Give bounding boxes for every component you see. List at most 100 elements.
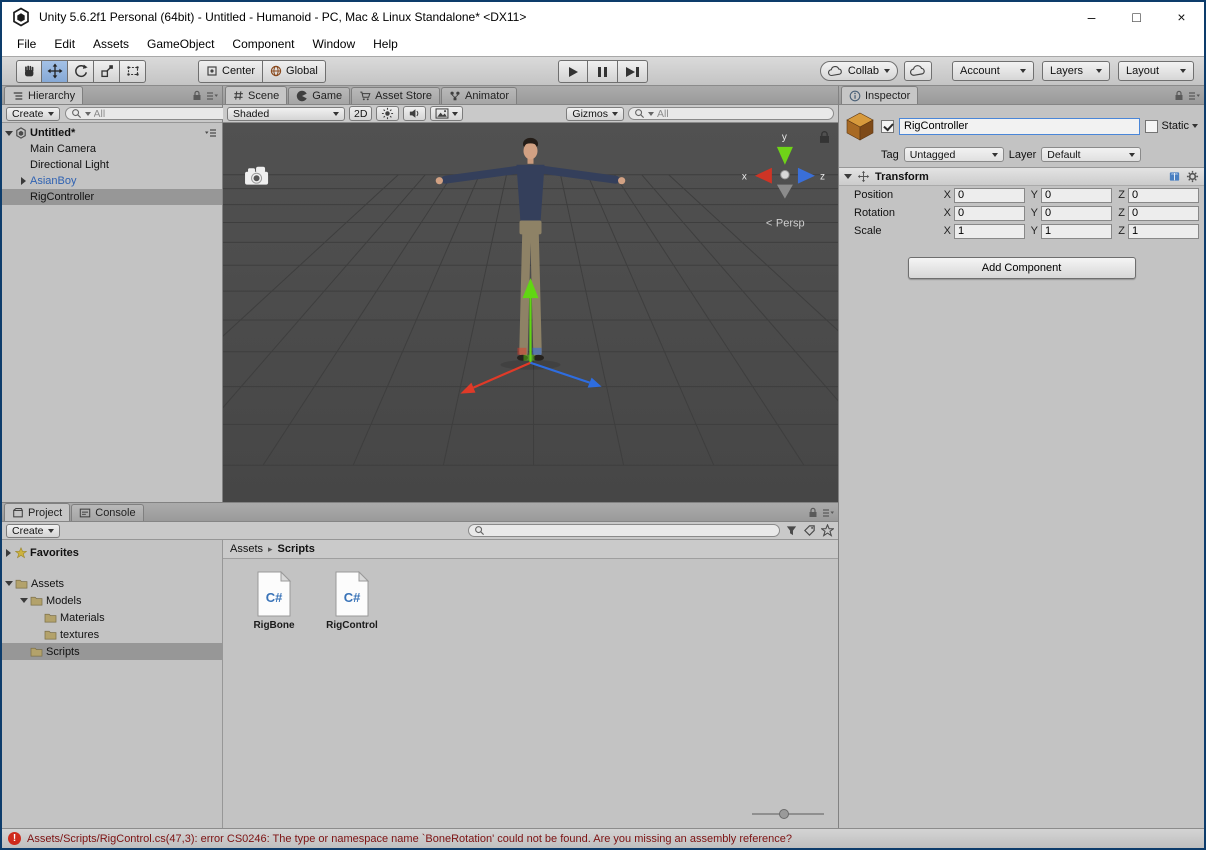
tab-project[interactable]: Project bbox=[4, 503, 71, 521]
hierarchy-item-directional-light[interactable]: Directional Light bbox=[2, 157, 222, 173]
scene-viewport[interactable]: y x z < Persp bbox=[223, 123, 838, 502]
lighting-toggle-button[interactable] bbox=[376, 106, 400, 121]
lock-icon[interactable] bbox=[1174, 90, 1184, 101]
position-y-field[interactable] bbox=[1041, 187, 1112, 203]
project-search[interactable] bbox=[468, 524, 780, 537]
scale-z-field[interactable] bbox=[1128, 223, 1199, 239]
menu-file[interactable]: File bbox=[8, 37, 45, 51]
thumbnail-zoom-slider[interactable] bbox=[752, 808, 824, 820]
rotation-x-field[interactable] bbox=[954, 205, 1025, 221]
move-gizmo-yz-plane[interactable] bbox=[517, 347, 527, 355]
scene-root-row[interactable]: Untitled* bbox=[2, 125, 222, 141]
rect-tool-button[interactable] bbox=[120, 59, 146, 83]
tab-console[interactable]: Console bbox=[71, 504, 144, 521]
gizmos-dropdown[interactable]: Gizmos bbox=[566, 106, 624, 121]
menu-help[interactable]: Help bbox=[364, 37, 407, 51]
pause-button[interactable] bbox=[588, 60, 618, 83]
scale-y-field[interactable] bbox=[1041, 223, 1112, 239]
hierarchy-create-button[interactable]: Create bbox=[6, 106, 60, 121]
hierarchy-item-asianboy[interactable]: AsianBoy bbox=[2, 173, 222, 189]
tree-item-scripts[interactable]: Scripts bbox=[2, 643, 222, 660]
tag-dropdown[interactable]: Untagged bbox=[903, 147, 1004, 162]
scene-search-input[interactable] bbox=[657, 107, 828, 120]
position-x-field[interactable] bbox=[954, 187, 1025, 203]
tab-scene[interactable]: Scene bbox=[225, 86, 288, 104]
breadcrumb-current[interactable]: Scripts bbox=[278, 543, 315, 555]
menu-gameobject[interactable]: GameObject bbox=[138, 37, 223, 51]
add-component-button[interactable]: Add Component bbox=[907, 257, 1136, 279]
layout-dropdown[interactable]: Layout bbox=[1118, 61, 1194, 81]
foldout-open-icon[interactable] bbox=[4, 581, 13, 586]
menu-window[interactable]: Window bbox=[303, 37, 364, 51]
tab-asset-store[interactable]: Asset Store bbox=[351, 87, 441, 104]
position-z-field[interactable] bbox=[1128, 187, 1199, 203]
gear-icon[interactable] bbox=[1186, 170, 1199, 183]
search-by-type-icon[interactable] bbox=[785, 524, 798, 537]
step-button[interactable] bbox=[618, 60, 648, 83]
transform-component-header[interactable]: Transform bbox=[839, 167, 1204, 186]
static-toggle[interactable]: Static bbox=[1145, 119, 1198, 133]
lock-icon[interactable] bbox=[192, 90, 202, 101]
maximize-button[interactable]: □ bbox=[1114, 2, 1159, 32]
move-gizmo-xz-plane[interactable] bbox=[523, 354, 535, 361]
file-rigcontrol[interactable]: C# RigControl bbox=[323, 571, 381, 631]
slider-thumb[interactable] bbox=[779, 809, 789, 819]
file-rigbone[interactable]: C# RigBone bbox=[245, 571, 303, 631]
panel-menu-icon[interactable] bbox=[822, 508, 834, 518]
tree-item-materials[interactable]: Materials bbox=[2, 609, 222, 626]
project-create-button[interactable]: Create bbox=[6, 523, 60, 538]
persp-label[interactable]: < Persp bbox=[766, 217, 805, 229]
pivot-global-button[interactable]: Global bbox=[263, 59, 326, 83]
foldout-open-icon[interactable] bbox=[19, 598, 28, 603]
status-bar[interactable]: ! Assets/Scripts/RigControl.cs(47,3): er… bbox=[2, 828, 1204, 848]
object-name-field[interactable] bbox=[899, 117, 1141, 135]
tree-item-models[interactable]: Models bbox=[2, 592, 222, 609]
tree-item-assets[interactable]: Assets bbox=[2, 575, 222, 592]
fo ldout-closed-icon[interactable] bbox=[6, 548, 11, 557]
scale-x-field[interactable] bbox=[954, 223, 1025, 239]
foldout-open-icon[interactable] bbox=[4, 130, 13, 136]
scale-tool-button[interactable] bbox=[94, 59, 120, 83]
pivot-center-button[interactable]: Center bbox=[198, 59, 264, 83]
rotation-y-field[interactable] bbox=[1041, 205, 1112, 221]
account-dropdown[interactable]: Account bbox=[952, 61, 1034, 81]
scene-search[interactable] bbox=[628, 107, 834, 120]
hierarchy-search[interactable] bbox=[64, 107, 235, 120]
2d-toggle-button[interactable]: 2D bbox=[349, 106, 373, 121]
lock-icon[interactable] bbox=[808, 507, 818, 518]
collab-button[interactable]: Collab bbox=[819, 61, 898, 81]
help-book-icon[interactable] bbox=[1168, 170, 1181, 183]
move-gizmo-xy-plane[interactable] bbox=[532, 347, 542, 355]
rotate-tool-button[interactable] bbox=[68, 59, 94, 83]
tree-item-textures[interactable]: textures bbox=[2, 626, 222, 643]
search-by-label-icon[interactable] bbox=[803, 524, 816, 537]
minimize-button[interactable]: – bbox=[1069, 2, 1114, 32]
tab-animator[interactable]: Animator bbox=[441, 87, 518, 104]
audio-toggle-button[interactable] bbox=[403, 106, 427, 121]
hand-tool-button[interactable] bbox=[16, 59, 42, 83]
scene-options-icon[interactable] bbox=[205, 128, 217, 138]
tab-hierarchy[interactable]: Hierarchy bbox=[4, 86, 84, 104]
tab-inspector[interactable]: Inspector bbox=[841, 86, 919, 104]
move-tool-button[interactable] bbox=[42, 59, 68, 83]
effects-dropdown-button[interactable] bbox=[430, 106, 464, 121]
layer-dropdown[interactable]: Default bbox=[1041, 147, 1142, 162]
menu-assets[interactable]: Assets bbox=[84, 37, 138, 51]
menu-edit[interactable]: Edit bbox=[45, 37, 84, 51]
layers-dropdown[interactable]: Layers bbox=[1042, 61, 1110, 81]
project-search-input[interactable] bbox=[488, 524, 774, 537]
active-checkbox[interactable] bbox=[881, 119, 894, 133]
tab-game[interactable]: Game bbox=[288, 87, 351, 104]
breadcrumb-assets[interactable]: Assets bbox=[230, 543, 263, 555]
favorites-row[interactable]: Favorites bbox=[2, 544, 222, 561]
panel-menu-icon[interactable] bbox=[206, 91, 218, 101]
close-button[interactable]: × bbox=[1159, 2, 1204, 32]
hierarchy-item-rigcontroller[interactable]: RigController bbox=[2, 189, 222, 205]
static-checkbox[interactable] bbox=[1145, 119, 1159, 133]
foldout-closed-icon[interactable] bbox=[21, 177, 26, 185]
hierarchy-search-input[interactable] bbox=[93, 107, 229, 120]
draw-mode-dropdown[interactable]: Shaded bbox=[227, 106, 345, 121]
cloud-services-button[interactable] bbox=[904, 61, 932, 81]
foldout-open-icon[interactable] bbox=[844, 174, 852, 179]
rotation-z-field[interactable] bbox=[1128, 205, 1199, 221]
